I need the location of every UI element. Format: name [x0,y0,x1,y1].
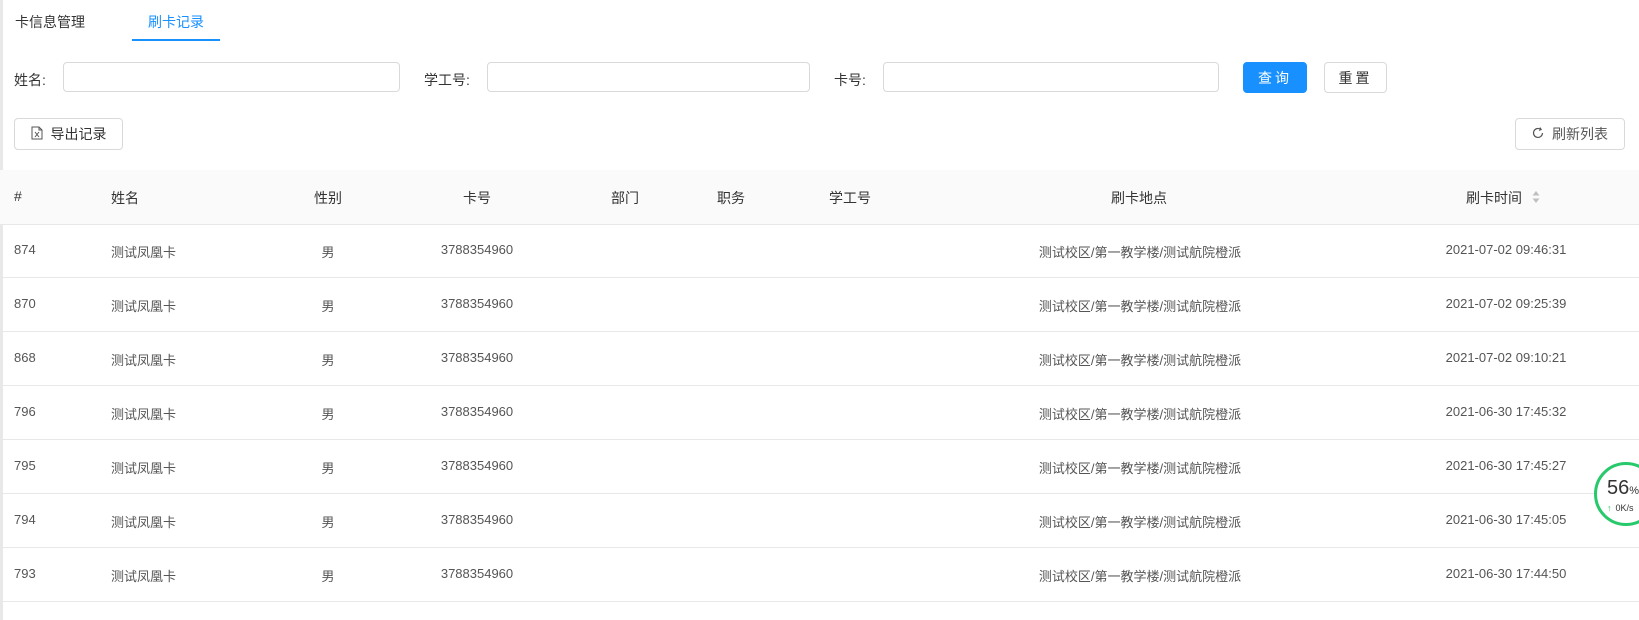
col-department: 部门 [611,190,639,206]
upload-arrow-icon: ↑ [1607,503,1612,513]
tab-bar: 卡信息管理 刷卡记录 [0,0,1639,42]
speed-rate: ↑ 0K/s [1607,503,1634,513]
cell-index: 793 [14,566,36,581]
col-index: # [14,188,22,204]
cell-gender: 男 [321,245,335,260]
cell-name: 测试凤凰卡 [111,353,177,368]
query-button[interactable]: 查询 [1243,62,1307,93]
cell-name: 测试凤凰卡 [111,299,177,314]
table-row[interactable]: 796 测试凤凰卡 男 3788354960 测试校区/第一教学楼/测试航院橙派 2021… [0,386,1639,440]
cell-index: 795 [14,458,36,473]
cell-gender: 男 [321,407,335,422]
cell-swipe-time: 2021-06-30 17:45:05 [1445,512,1567,527]
table-row[interactable]: 870 测试凤凰卡 男 3788354960 测试校区/第一教学楼/测试航院橙派 2021… [0,278,1639,332]
cell-name: 测试凤凰卡 [111,515,177,530]
cell-gender: 男 [321,461,335,476]
table-row[interactable]: 793 测试凤凰卡 男 3788354960 测试校区/第一教学楼/测试航院橙派 2021… [0,548,1639,602]
refresh-list-label: 刷新列表 [1552,126,1608,142]
table-header: # 姓名 性别 卡号 部门 职务 学工号 刷卡地点 刷卡时间 [0,170,1639,225]
reset-button[interactable]: 重置 [1324,62,1387,93]
cell-name: 测试凤凰卡 [111,461,177,476]
cell-name: 测试凤凰卡 [111,245,177,260]
card-no-input[interactable] [883,62,1219,92]
cell-index: 868 [14,350,36,365]
export-records-label: 导出记录 [50,126,107,142]
table-row[interactable]: 868 测试凤凰卡 男 3788354960 测试校区/第一教学楼/测试航院橙派 2021… [0,332,1639,386]
cell-gender: 男 [321,299,335,314]
col-location: 刷卡地点 [1111,190,1167,206]
cell-location: 测试校区/第一教学楼/测试航院橙派 [1038,407,1242,422]
cell-swipe-time: 2021-06-30 17:45:32 [1445,404,1567,419]
cell-location: 测试校区/第一教学楼/测试航院橙派 [1038,299,1242,314]
excel-file-icon [31,126,43,143]
cell-location: 测试校区/第一教学楼/测试航院橙派 [1038,515,1242,530]
speed-percent: 56% [1607,477,1639,499]
cell-gender: 男 [321,353,335,368]
col-staff-id: 学工号 [829,190,871,206]
table-row[interactable]: 874 测试凤凰卡 男 3788354960 测试校区/第一教学楼/测试航院橙派 2021… [0,224,1639,278]
col-card-no: 卡号 [463,190,491,206]
cell-location: 测试校区/第一教学楼/测试航院橙派 [1038,569,1242,584]
cell-location: 测试校区/第一教学楼/测试航院橙派 [1038,245,1242,260]
cell-name: 测试凤凰卡 [111,407,177,422]
col-gender: 性别 [314,190,342,206]
cell-swipe-time: 2021-07-02 09:46:31 [1445,242,1567,257]
cell-index: 794 [14,512,36,527]
cell-swipe-time: 2021-06-30 17:44:50 [1445,566,1567,581]
card-no-label: 卡号: [834,72,866,88]
cell-location: 测试校区/第一教学楼/测试航院橙派 [1038,461,1242,476]
cell-gender: 男 [321,515,335,530]
col-swipe-time[interactable]: 刷卡时间 [1466,188,1522,208]
name-label: 姓名: [14,72,46,88]
cell-index: 796 [14,404,36,419]
staff-id-label: 学工号: [424,72,470,88]
cell-index: 870 [14,296,36,311]
refresh-icon [1532,126,1544,142]
name-input[interactable] [63,62,400,92]
table-row[interactable]: 794 测试凤凰卡 男 3788354960 测试校区/第一教学楼/测试航院橙派 2021… [0,494,1639,548]
table-row[interactable]: 795 测试凤凰卡 男 3788354960 测试校区/第一教学楼/测试航院橙派 2021… [0,440,1639,494]
col-name: 姓名 [111,190,139,206]
tab-card-info[interactable]: 卡信息管理 [15,12,85,32]
cell-card-no: 3788354960 [440,296,514,311]
cell-index: 874 [14,242,36,257]
cell-card-no: 3788354960 [440,350,514,365]
staff-id-input[interactable] [487,62,810,92]
cell-name: 测试凤凰卡 [111,569,177,584]
cell-card-no: 3788354960 [440,512,514,527]
cell-location: 测试校区/第一教学楼/测试航院橙派 [1038,353,1242,368]
cell-card-no: 3788354960 [440,566,514,581]
cell-card-no: 3788354960 [440,404,514,419]
cell-card-no: 3788354960 [440,242,514,257]
cell-card-no: 3788354960 [440,458,514,473]
tab-swipe-records[interactable]: 刷卡记录 [148,12,204,32]
export-records-button[interactable]: 导出记录 [14,118,123,150]
active-tab-indicator [132,39,220,41]
cell-swipe-time: 2021-06-30 17:45:27 [1445,458,1567,473]
sort-caret-icon[interactable] [1532,189,1540,205]
cell-gender: 男 [321,569,335,584]
table-body: 874 测试凤凰卡男 3788354960 测试校区/第一教学楼/测试航院橙派 2021… [0,224,1639,602]
cell-swipe-time: 2021-07-02 09:25:39 [1445,296,1567,311]
cell-swipe-time: 2021-07-02 09:10:21 [1445,350,1567,365]
refresh-list-button[interactable]: 刷新列表 [1515,118,1625,150]
col-position: 职务 [717,190,745,206]
